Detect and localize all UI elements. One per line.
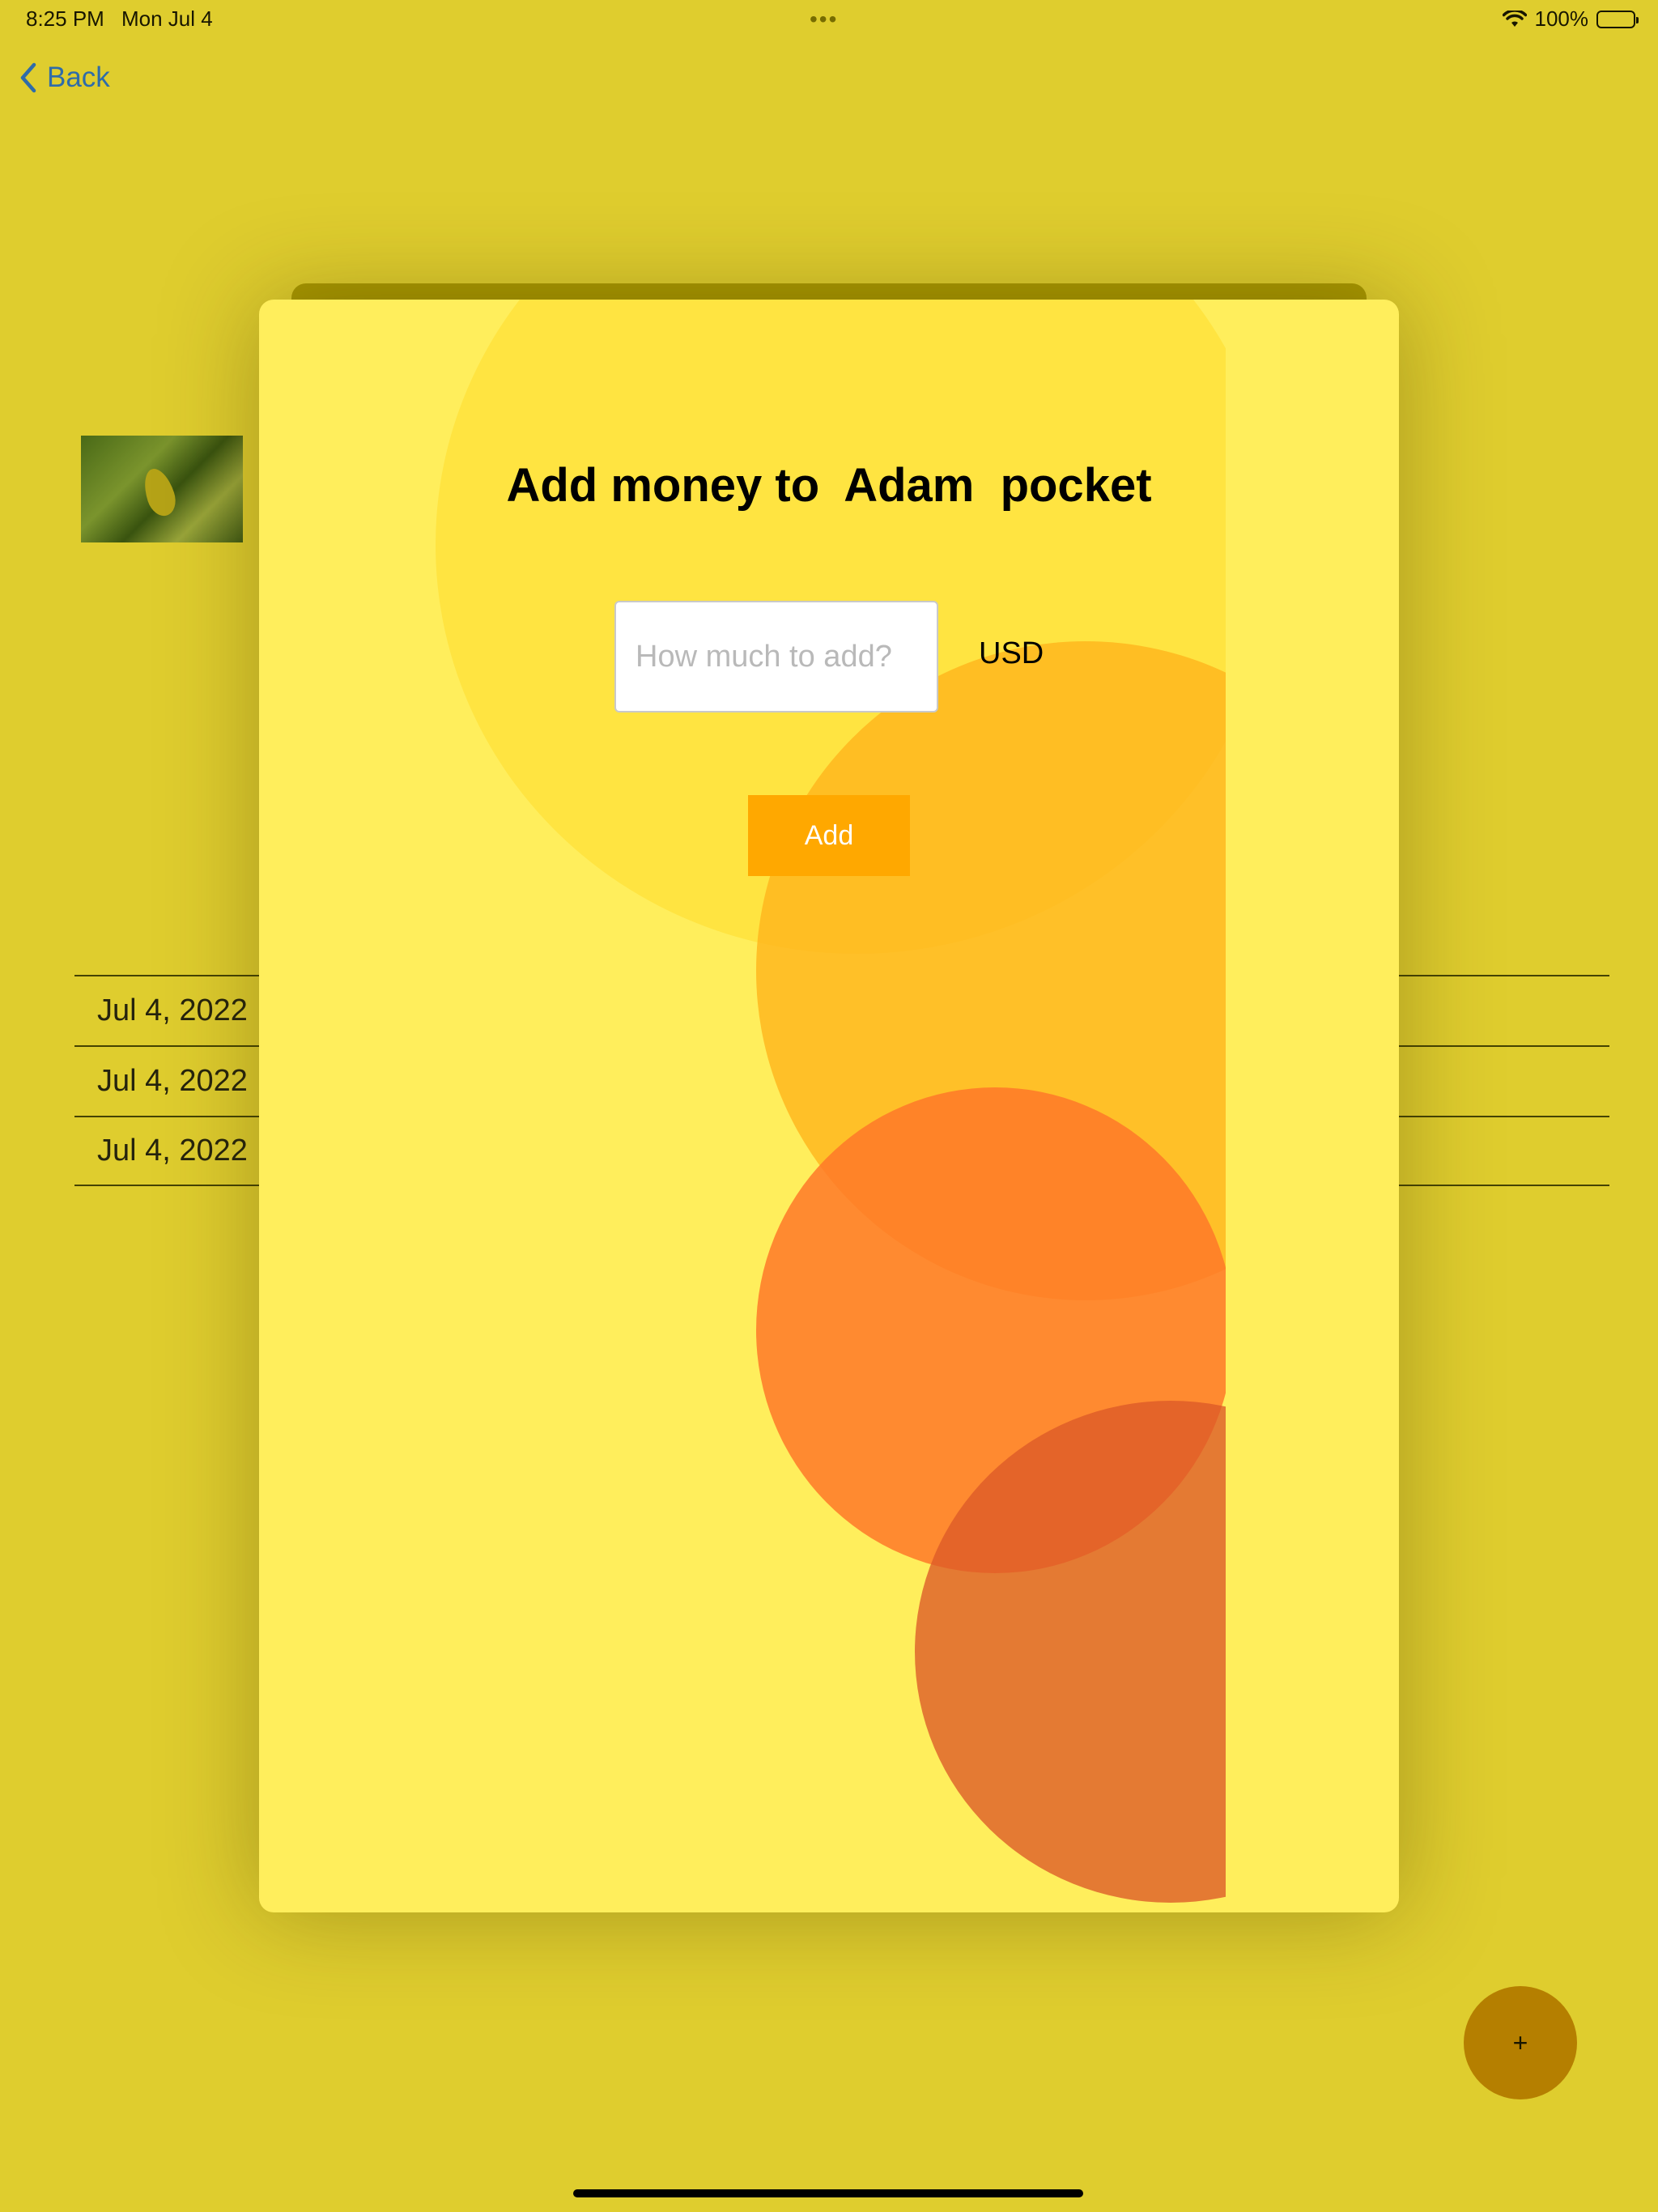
battery-percent: 100% xyxy=(1534,6,1589,31)
wifi-icon xyxy=(1502,10,1527,28)
status-date: Mon Jul 4 xyxy=(121,6,213,31)
pocket-photo xyxy=(81,436,243,542)
back-label: Back xyxy=(47,62,110,93)
modal-background-art xyxy=(259,300,1226,1912)
more-dots-icon[interactable]: ••• xyxy=(810,6,838,32)
amount-input[interactable] xyxy=(614,601,938,713)
status-right: 100% xyxy=(1502,6,1639,32)
back-button[interactable]: Back xyxy=(18,62,110,94)
status-time: 8:25 PM xyxy=(26,6,104,31)
leaf-shape xyxy=(138,465,181,520)
currency-label: USD xyxy=(979,636,1044,670)
status-bar: 8:25 PM Mon Jul 4 ••• 100% xyxy=(0,0,1658,39)
home-indicator xyxy=(573,2189,1083,2197)
modal-title: Add money to Adam pocket xyxy=(506,459,1152,512)
battery-icon xyxy=(1596,10,1639,28)
add-button[interactable]: Add xyxy=(748,795,910,876)
chevron-left-icon xyxy=(20,62,36,93)
add-money-modal: Add money to Adam pocket USD Add xyxy=(259,300,1399,1912)
add-transaction-button[interactable]: + xyxy=(1464,1986,1577,2099)
transaction-date: Jul 4, 2022 xyxy=(97,993,248,1027)
transaction-date: Jul 4, 2022 xyxy=(97,1064,248,1098)
plus-icon: + xyxy=(1512,2027,1528,2057)
transaction-date: Jul 4, 2022 xyxy=(97,1134,248,1168)
